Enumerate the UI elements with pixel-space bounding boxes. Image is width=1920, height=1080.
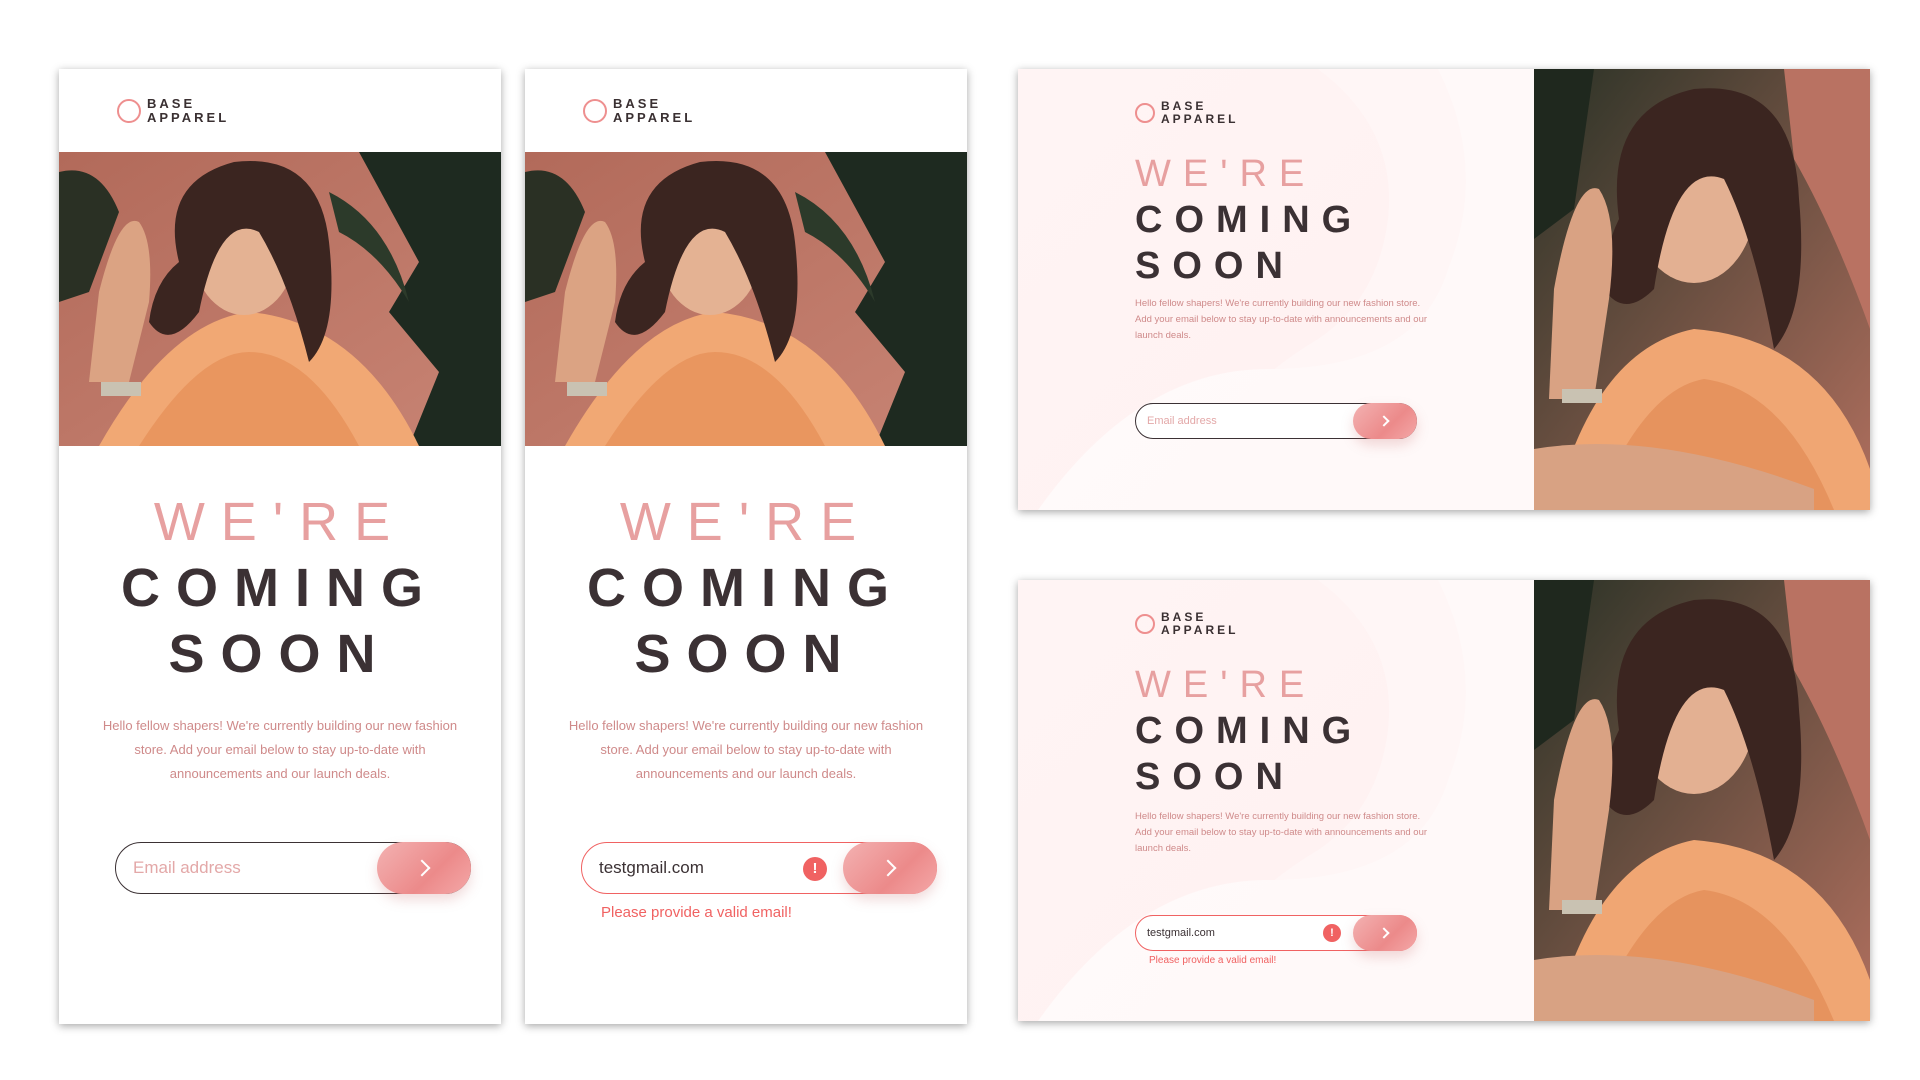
logo[interactable]: BASE APPAREL xyxy=(117,97,229,124)
description: Hello fellow shapers! We're currently bu… xyxy=(1135,811,1428,854)
email-form: ! Please provide a valid email! xyxy=(581,842,937,921)
headline-line-3: SOON xyxy=(1135,756,1295,798)
desktop-error-frame: BASE APPAREL WE'RE COMING SOON Hello fel… xyxy=(1018,580,1870,1021)
hero-image xyxy=(59,152,501,446)
left-panel: BASE APPAREL WE'RE COMING SOON Hello fel… xyxy=(1018,69,1534,510)
submit-button[interactable] xyxy=(843,842,937,894)
logo[interactable]: BASE APPAREL xyxy=(1135,100,1238,125)
error-icon: ! xyxy=(803,857,827,881)
description: Hello fellow shapers! We're currently bu… xyxy=(1135,298,1428,341)
submit-button[interactable] xyxy=(377,842,471,894)
headline-line-1: WE'RE xyxy=(1135,664,1317,706)
logo-text: BASE APPAREL xyxy=(147,97,229,124)
logo-text: BASE APPAREL xyxy=(1161,611,1238,636)
logo-line-2: APPAREL xyxy=(1161,622,1239,637)
email-form: ! Please provide a valid email! xyxy=(1135,915,1417,966)
logo-ring-icon xyxy=(583,98,607,123)
chevron-right-icon xyxy=(879,859,897,877)
headline-line-3: SOON xyxy=(1135,245,1295,287)
headline-line-3: SOON xyxy=(634,624,858,684)
headline-line-2: COMING xyxy=(587,558,905,618)
email-form xyxy=(115,842,471,894)
headline-line-3: SOON xyxy=(168,624,392,684)
logo-line-2: APPAREL xyxy=(1161,111,1239,126)
logo-line-1: BASE xyxy=(1161,610,1207,624)
headline-line-1: WE'RE xyxy=(619,492,873,552)
headline-line-1: WE'RE xyxy=(153,492,407,552)
error-icon: ! xyxy=(1323,924,1341,942)
description: Hello fellow shapers! We're currently bu… xyxy=(568,718,924,781)
logo-line-1: BASE xyxy=(147,96,196,111)
logo-line-2: APPAREL xyxy=(613,109,696,125)
hero-image xyxy=(1534,69,1870,510)
submit-button[interactable] xyxy=(1353,915,1417,951)
logo-ring-icon xyxy=(1135,613,1155,634)
left-panel: BASE APPAREL WE'RE COMING SOON Hello fel… xyxy=(1018,580,1534,1021)
logo-line-1: BASE xyxy=(613,96,662,111)
chevron-right-icon xyxy=(1377,927,1390,939)
logo-ring-icon xyxy=(1135,102,1155,123)
headline: WE'RE COMING SOON xyxy=(525,489,967,687)
email-input[interactable] xyxy=(115,842,355,894)
hero-image xyxy=(525,152,967,446)
hero-image xyxy=(1534,580,1870,1021)
headline-line-2: COMING xyxy=(121,558,439,618)
headline: WE'RE COMING SOON xyxy=(1135,151,1363,289)
logo[interactable]: BASE APPAREL xyxy=(583,97,695,124)
logo-ring-icon xyxy=(117,98,141,123)
headline: WE'RE COMING SOON xyxy=(59,489,501,687)
email-form xyxy=(1135,403,1417,439)
chevron-right-icon xyxy=(413,859,431,877)
headline-line-2: COMING xyxy=(1135,710,1364,752)
mobile-error-frame: BASE APPAREL WE'RE COMING SOON Hello fel… xyxy=(525,69,967,1024)
email-input[interactable] xyxy=(1135,403,1335,439)
email-input[interactable] xyxy=(581,842,821,894)
email-input[interactable] xyxy=(1135,915,1335,951)
headline-line-2: COMING xyxy=(1135,199,1364,241)
desktop-default-frame: BASE APPAREL WE'RE COMING SOON Hello fel… xyxy=(1018,69,1870,510)
submit-button[interactable] xyxy=(1353,403,1417,439)
background-wave xyxy=(1038,69,1534,510)
mobile-default-frame: BASE APPAREL WE'RE COMING SOON Hello fel… xyxy=(59,69,501,1024)
logo-text: BASE APPAREL xyxy=(613,97,695,124)
logo-text: BASE APPAREL xyxy=(1161,100,1238,125)
logo[interactable]: BASE APPAREL xyxy=(1135,611,1238,636)
headline: WE'RE COMING SOON xyxy=(1135,662,1363,800)
logo-line-1: BASE xyxy=(1161,99,1207,113)
headline-line-1: WE'RE xyxy=(1135,153,1317,195)
description: Hello fellow shapers! We're currently bu… xyxy=(102,718,458,781)
error-message: Please provide a valid email! xyxy=(601,904,792,921)
logo-line-2: APPAREL xyxy=(147,109,230,125)
chevron-right-icon xyxy=(1377,415,1390,427)
error-message: Please provide a valid email! xyxy=(1149,955,1277,966)
